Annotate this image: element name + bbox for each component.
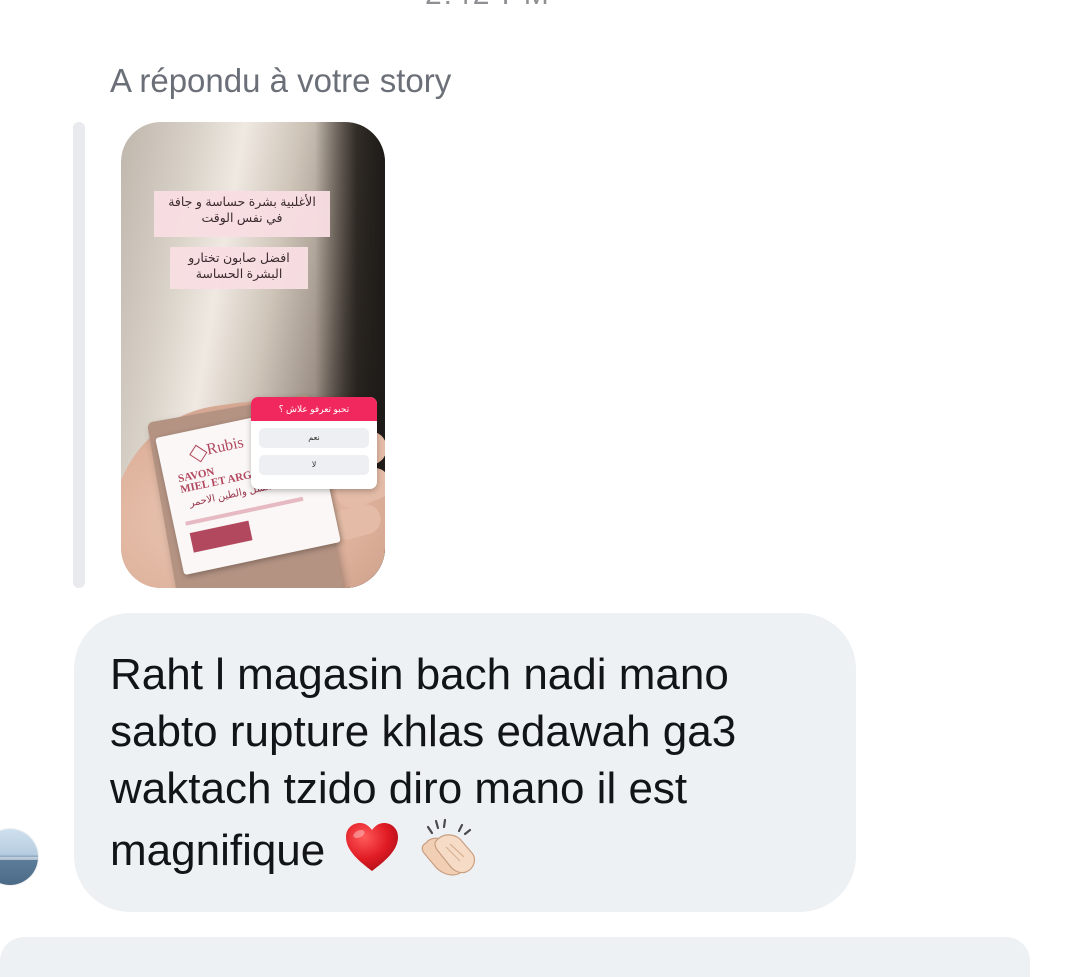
- message-content: Raht l magasin bach nadi mano sabto rupt…: [110, 646, 816, 879]
- message-composer[interactable]: [0, 937, 1030, 977]
- story-thumbnail[interactable]: Rubis SAVON MIEL ET ARGILE ROUGE صابون ب…: [121, 122, 385, 588]
- message-bubble[interactable]: Raht l magasin bach nadi mano sabto rupt…: [74, 613, 856, 912]
- story-reply-label: A répondu à votre story: [110, 62, 452, 99]
- product-brand: Rubis: [205, 434, 246, 459]
- red-heart-icon: [345, 823, 398, 871]
- poll-option-no: لا: [259, 455, 369, 475]
- story-poll-sticker: تحبو تعرفو علاش ؟ نعم لا: [251, 397, 377, 489]
- story-caption-2: افضل صابون تختارو البشرة الحساسة: [170, 247, 308, 289]
- clapping-hands-icon: [421, 818, 475, 876]
- reply-quote-bar: [73, 122, 85, 588]
- story-caption-1: الأغلبية بشرة حساسة و جافة في نفس الوقت: [154, 191, 330, 237]
- poll-option-yes: نعم: [259, 428, 369, 448]
- sender-avatar[interactable]: [0, 829, 38, 885]
- poll-question: تحبو تعرفو علاش ؟: [251, 397, 377, 421]
- box-band: [189, 520, 253, 553]
- timestamp-fragment: 2:42 PM: [425, 0, 551, 12]
- gem-icon: [189, 444, 208, 463]
